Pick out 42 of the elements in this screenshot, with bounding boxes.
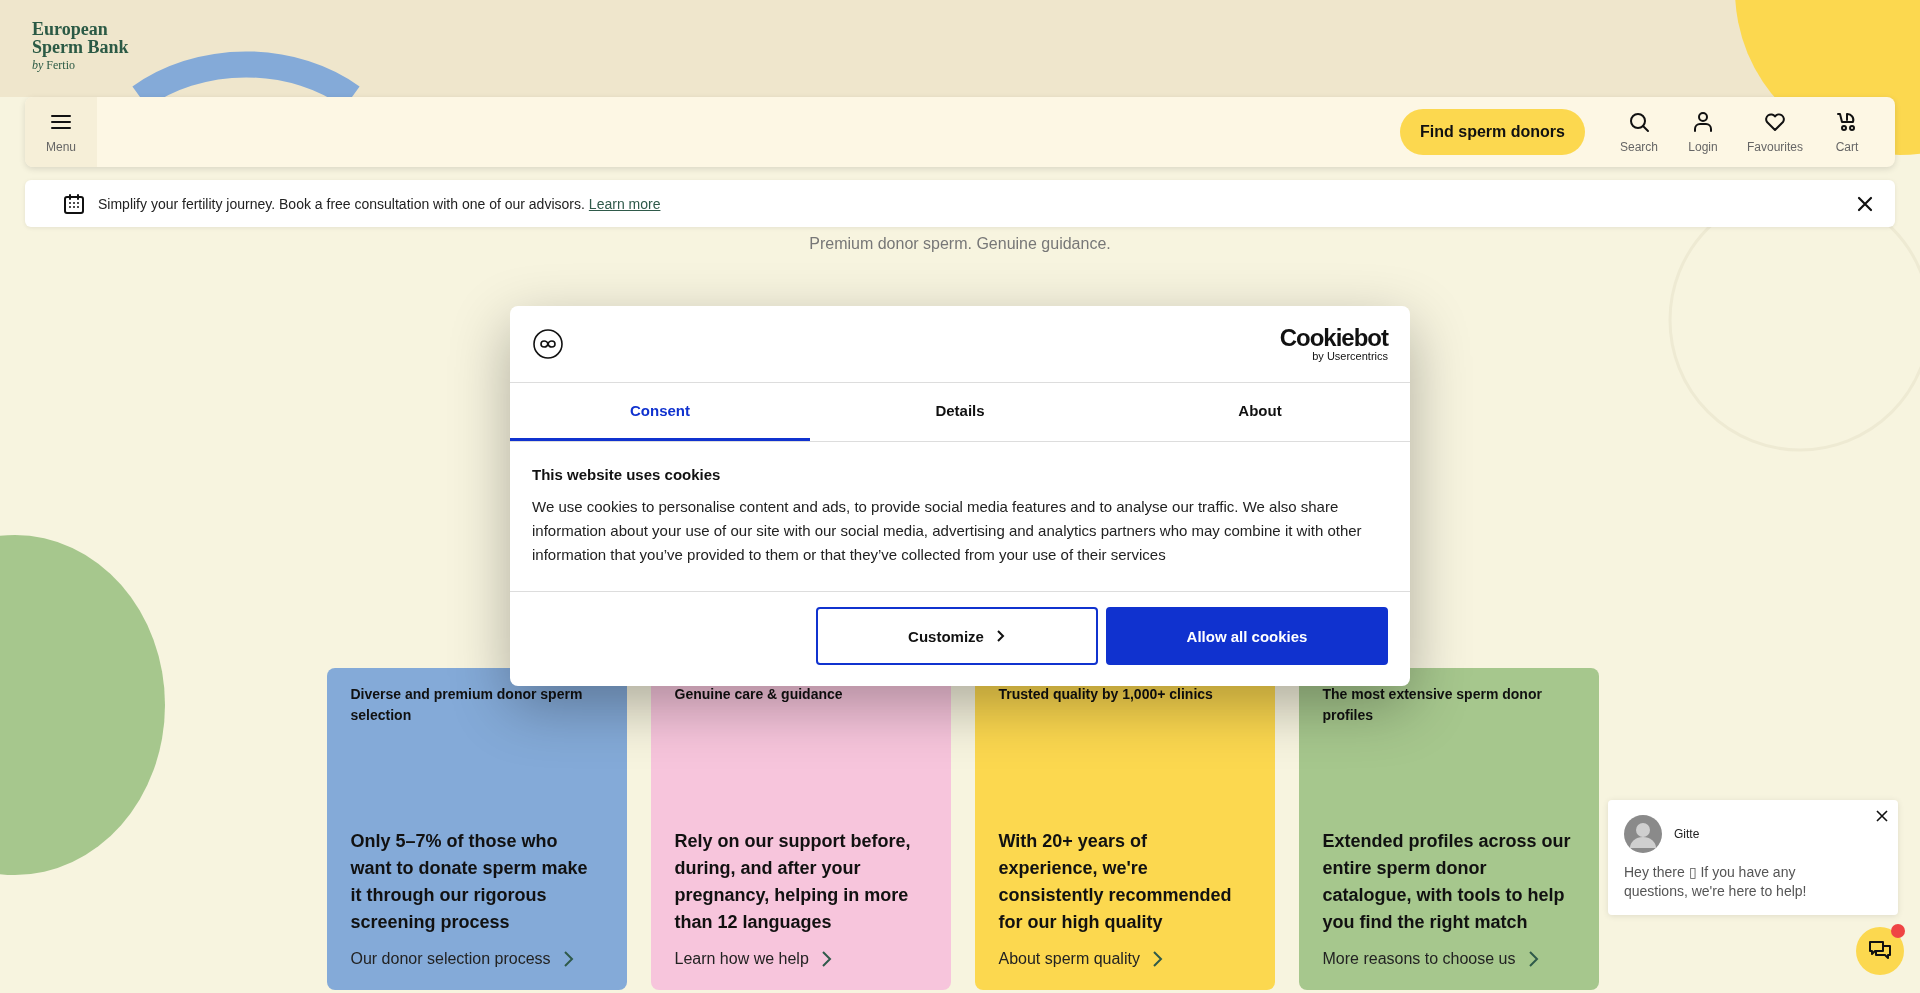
find-donors-button[interactable]: Find sperm donors: [1400, 109, 1585, 155]
chat-message: Hey there ▯ If you have any questions, we're here to help!: [1624, 863, 1808, 901]
close-icon[interactable]: [1876, 810, 1888, 822]
card-text: Only 5–7% of those who want to donate sperm make it through our rigorous screening process: [350, 830, 589, 934]
logo-text: European: [32, 20, 108, 38]
card-title: The most extensive sperm donor profiles: [1322, 685, 1543, 725]
cookiebot-byline: by Usercentrics: [1312, 350, 1388, 362]
card-title: Genuine care & guidance: [674, 685, 844, 704]
logo-byline: by Fertio: [32, 58, 75, 73]
card-link[interactable]: Our donor selection process: [350, 950, 575, 968]
header-cart-button[interactable]: Cart: [1819, 110, 1875, 154]
card-link[interactable]: Learn how we help: [674, 950, 833, 968]
heart-icon: [1763, 110, 1787, 134]
header-login-button[interactable]: Login: [1674, 110, 1731, 154]
card-title: Diverse and premium donor sperm selection: [350, 685, 584, 725]
calendar-icon: [62, 191, 86, 216]
cookiebot-logo: Cookiebot: [1279, 326, 1388, 350]
dialog-text: We use cookies to personalise content and ads, to provide social media features and to analyse our traffic. We also share information about your use of our site with our social media, advertising and analytics partners who may combine it with other information that you’ve provided to them or that they’ve collected from your use of their services: [532, 497, 1363, 565]
menu-button[interactable]: Menu: [25, 97, 97, 167]
tagline: Premium donor sperm. Genuine guidance.: [809, 235, 1111, 253]
header-favourites-button[interactable]: Favourites: [1738, 110, 1811, 154]
dialog-tab[interactable]: Details: [810, 383, 1110, 441]
card-title: Trusted quality by 1,000+ clinics: [998, 685, 1214, 704]
learn-more-link[interactable]: Learn more: [588, 195, 661, 212]
avatar-icon: [1624, 815, 1662, 853]
card-link[interactable]: More reasons to choose us: [1322, 950, 1540, 968]
customize-button[interactable]: Customize: [816, 607, 1098, 665]
dialog-heading: This website uses cookies: [532, 466, 722, 483]
chat-button[interactable]: [1856, 927, 1904, 975]
agent-name: Gitte: [1674, 827, 1700, 841]
card-text: Extended profiles across our entire sperm donor catalogue, with tools to help you find the right match: [1322, 830, 1572, 934]
allow-all-button[interactable]: Allow all cookies: [1106, 607, 1388, 665]
banner-text: Simplify your fertility journey. Book a free consultation with one of our advisors.: [98, 195, 585, 212]
dialog-tab[interactable]: Consent: [510, 383, 810, 441]
card-text: With 20+ years of experience, we're consistently recommended for our high quality: [998, 830, 1233, 934]
card-link[interactable]: About sperm quality: [998, 950, 1164, 968]
dialog-tab[interactable]: About: [1110, 383, 1410, 441]
chevron-right-icon: [995, 629, 1006, 643]
card-text: Rely on our support before, during, and after your pregnancy, helping in more than 12 languages: [674, 830, 912, 934]
brand-logo-icon: [532, 328, 564, 360]
logo-text: Sperm Bank: [32, 38, 129, 56]
header-search-button[interactable]: Search: [1610, 110, 1667, 154]
